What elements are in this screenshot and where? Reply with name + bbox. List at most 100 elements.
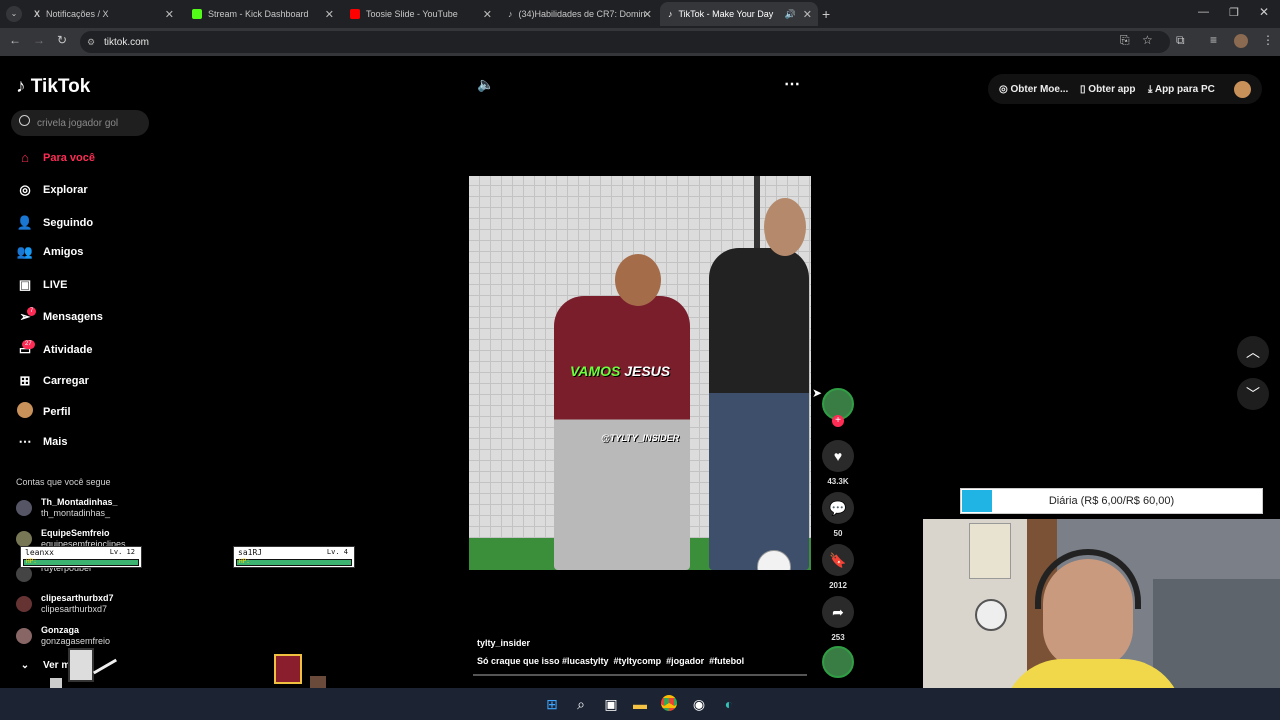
pixel-sprite-mage xyxy=(274,654,302,684)
profile-avatar[interactable] xyxy=(1234,34,1248,48)
get-coins-button[interactable]: ◎ Obter Moe... xyxy=(999,84,1068,95)
see-more-link[interactable]: ⌄ Ver m xyxy=(16,660,70,671)
comment-icon: 💬 xyxy=(829,499,847,516)
follow-plus-icon[interactable]: + xyxy=(832,415,844,427)
tab-search-button[interactable]: ⌄ xyxy=(6,6,22,22)
reload-icon[interactable]: ↻ xyxy=(57,33,67,47)
nav-label: Perfil xyxy=(43,405,71,418)
address-bar[interactable]: ⚙ tiktok.com xyxy=(80,31,1170,53)
video-author[interactable]: tylty_insider xyxy=(477,638,530,648)
extensions-icon[interactable]: ⧉ xyxy=(1176,33,1185,48)
player-hp-card: leanxx Lv. 12 HP: xyxy=(20,546,142,568)
logo-text: TikTok xyxy=(30,76,91,97)
nav-label: Amigos xyxy=(43,246,84,258)
pc-app-label: App para PC xyxy=(1154,84,1215,95)
file-explorer-icon[interactable]: ▬ xyxy=(631,695,649,713)
get-app-button[interactable]: ▯ Obter app xyxy=(1080,84,1136,95)
search-placeholder: crivela jogador gol xyxy=(37,117,119,129)
video-progress-bar[interactable] xyxy=(473,674,807,676)
search-icon[interactable]: ⌕ xyxy=(572,695,590,713)
pc-app-button[interactable]: ⤓ App para PC xyxy=(1148,84,1215,95)
tab-tiktok-active[interactable]: ♪ TikTok - Make Your Day 🔊 ✕ xyxy=(660,2,818,26)
kick-logo-icon xyxy=(192,9,202,19)
tab-tiktok-cr7[interactable]: ♪ (34)Habilidades de CR7: Domin ✕ xyxy=(500,2,658,26)
nav-label: Explorar xyxy=(43,184,88,196)
mouse-cursor-icon: ➤ xyxy=(812,386,823,400)
share-button[interactable]: ➦ xyxy=(822,596,854,628)
nav-perfil[interactable]: Perfil xyxy=(16,402,71,421)
account-handle: th_montadinhas_ xyxy=(41,508,111,518)
comment-button[interactable]: 💬 xyxy=(822,492,854,524)
previous-video-button[interactable]: ︿ xyxy=(1237,336,1269,368)
player-level: Lv. 12 xyxy=(109,548,135,556)
edge-icon[interactable]: ◐ xyxy=(720,695,738,713)
close-icon[interactable]: ✕ xyxy=(483,8,492,21)
poster xyxy=(969,523,1011,579)
nav-label: Mensagens xyxy=(43,311,103,323)
see-more-label: Ver m xyxy=(43,660,71,671)
site-info-icon[interactable]: ⚙ xyxy=(87,37,95,48)
tiktok-logo[interactable]: ♪ TikTok xyxy=(16,76,90,98)
install-app-icon[interactable]: ⎘ xyxy=(1120,33,1130,48)
tab-title: (34)Habilidades de CR7: Domin xyxy=(518,9,646,19)
windows-start-icon[interactable]: ⊞ xyxy=(543,695,561,713)
donation-goal-bar: Diária (R$ 6,00/R$ 60,00) xyxy=(960,488,1263,514)
close-window-button[interactable]: ✕ xyxy=(1259,5,1269,19)
forward-icon[interactable]: → xyxy=(33,33,45,47)
nav-amigos[interactable]: 👥 Amigos xyxy=(16,244,83,260)
video-watermark: @TYLTY_INSIDER xyxy=(601,433,680,443)
account-item[interactable]: clipesarthurbxd7 clipesarthurbxd7 xyxy=(16,593,114,615)
video-player[interactable]: VAMOS JESUS @TYLTY_INSIDER xyxy=(469,176,811,570)
minimize-button[interactable]: — xyxy=(1198,6,1209,18)
nav-para-voce[interactable]: ⌂ Para você xyxy=(16,150,95,165)
close-icon[interactable]: ✕ xyxy=(325,8,334,21)
volume-icon[interactable]: 🔈 xyxy=(477,76,494,93)
avatar xyxy=(16,531,32,547)
live-icon: ▣ xyxy=(18,277,32,292)
avatar xyxy=(16,628,32,644)
player-hp-card: sa1RJ Lv. 4 HP: xyxy=(233,546,355,568)
tab-x[interactable]: X Notificações / X ✕ xyxy=(26,2,180,26)
nav-carregar[interactable]: ⊞ Carregar xyxy=(16,373,89,389)
tiktok-logo-icon: ♪ xyxy=(508,9,513,19)
tab-youtube[interactable]: Toosie Slide - YouTube ✕ xyxy=(342,2,498,26)
coin-icon: ◎ xyxy=(999,84,1008,95)
nav-mais[interactable]: ⋯ Mais xyxy=(16,434,68,450)
pixel-sprite-small xyxy=(310,676,326,688)
new-tab-button[interactable]: + xyxy=(822,6,830,22)
close-icon[interactable]: ✕ xyxy=(643,8,652,21)
task-view-icon[interactable]: ▣ xyxy=(602,695,620,713)
speaker-icon[interactable]: 🔊 xyxy=(785,9,796,20)
account-item[interactable]: Th_Montadinhas_ th_montadinhas_ xyxy=(16,497,118,519)
close-icon[interactable]: ✕ xyxy=(165,8,174,21)
tab-kick[interactable]: Stream - Kick Dashboard ✕ xyxy=(184,2,340,26)
home-icon: ⌂ xyxy=(21,150,29,165)
nav-live[interactable]: ▣ LIVE xyxy=(16,277,68,293)
nav-seguindo[interactable]: 👤 Seguindo xyxy=(16,215,93,231)
back-icon[interactable]: ← xyxy=(9,33,21,47)
user-avatar[interactable] xyxy=(1234,81,1251,98)
obs-icon[interactable]: ◉ xyxy=(690,695,708,713)
player-head xyxy=(615,254,661,306)
nav-explorar[interactable]: ◎ Explorar xyxy=(16,182,88,198)
save-button[interactable]: 🔖 xyxy=(822,544,854,576)
chrome-icon[interactable] xyxy=(660,695,678,713)
close-icon[interactable]: ✕ xyxy=(803,8,812,21)
more-options-icon[interactable]: ⋯ xyxy=(784,74,800,94)
reading-list-icon[interactable]: ≡ xyxy=(1210,33,1217,47)
account-item[interactable]: Gonzaga gonzagasemfreio xyxy=(16,625,110,647)
more-icon: ⋯ xyxy=(18,434,32,449)
chevron-up-icon: ︿ xyxy=(1246,344,1260,360)
like-button[interactable]: ♥ xyxy=(822,440,854,472)
next-video-button[interactable]: ﹀ xyxy=(1237,378,1269,410)
user-follow-icon: 👤 xyxy=(16,215,34,230)
activity-badge: 27 xyxy=(22,340,35,349)
bookmark-star-icon[interactable]: ☆ xyxy=(1142,33,1153,47)
nav-label: Seguindo xyxy=(43,217,94,229)
maximize-button[interactable]: ❐ xyxy=(1229,6,1239,19)
music-disc-avatar[interactable] xyxy=(822,646,854,678)
menu-icon[interactable]: ⋮ xyxy=(1262,33,1274,47)
friends-icon: 👥 xyxy=(16,244,34,259)
search-input[interactable]: crivela jogador gol xyxy=(11,110,149,136)
pixel-sprite-knight xyxy=(68,648,94,682)
